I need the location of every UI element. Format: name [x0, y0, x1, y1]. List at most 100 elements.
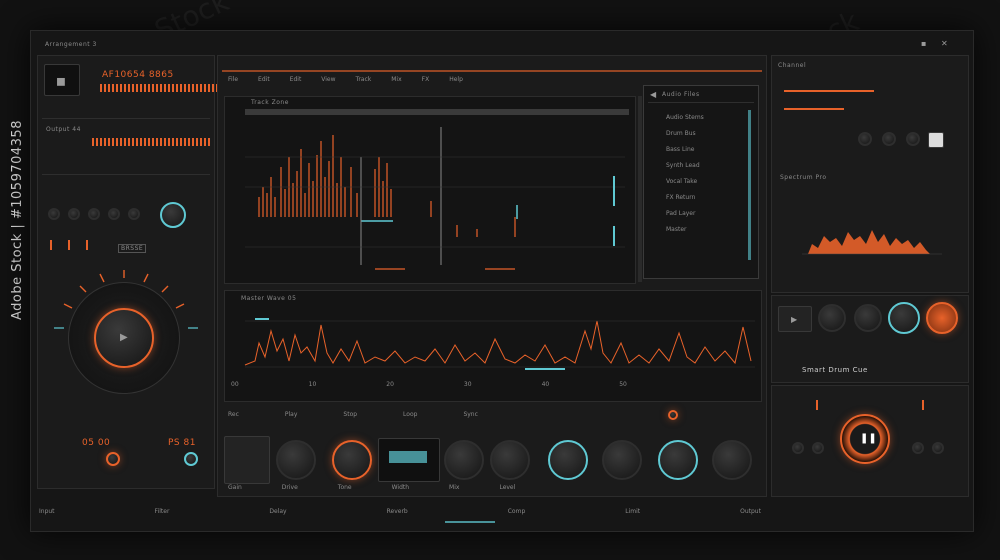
fx-knob[interactable] — [658, 440, 698, 480]
app-window: Arrangement 3 ▪ ✕ ◼ AF10654 8865 Output … — [30, 30, 974, 532]
tab-fx[interactable]: FX — [422, 76, 430, 83]
knob-label: Tone — [337, 484, 352, 491]
channel-label: Channel — [778, 62, 807, 69]
transport-bar: Rec Play Stop Loop Sync — [228, 406, 758, 422]
close-icon[interactable]: ✕ — [941, 39, 948, 48]
status-label[interactable]: Comp — [508, 508, 526, 515]
status-label[interactable]: Limit — [625, 508, 640, 515]
tab-edit[interactable]: Edit — [258, 76, 270, 83]
tab-view[interactable]: View — [321, 76, 335, 83]
time-marker: 40 — [541, 381, 550, 388]
cue-knob[interactable] — [926, 302, 958, 334]
list-item[interactable]: Pad Layer — [666, 210, 695, 217]
speaker-icon: ◀ — [650, 90, 657, 99]
track-editor[interactable]: Track Zone — [224, 96, 636, 284]
transport-panel: ▶ Smart Drum Cue — [771, 295, 969, 383]
small-knob[interactable] — [108, 208, 120, 220]
browser-scrollbar[interactable] — [748, 110, 751, 260]
small-knob[interactable] — [88, 208, 100, 220]
tab-help[interactable]: Help — [449, 76, 463, 83]
tab-file[interactable]: File — [228, 76, 238, 83]
section-label: Output 44 — [46, 126, 81, 133]
mode-badge[interactable]: BRSSE — [118, 244, 147, 253]
knob-label: Gain — [228, 484, 242, 491]
cue-button[interactable] — [106, 452, 120, 466]
tab-mix[interactable]: Mix — [391, 76, 401, 83]
device-icon: ◼ — [56, 74, 66, 88]
status-label[interactable]: Delay — [269, 508, 286, 515]
toolbar: File Edit Edit View Track Mix FX Help — [228, 76, 463, 83]
right-bottom-panel: ❚❚ — [771, 385, 969, 497]
mode-label: Smart Drum Cue — [802, 366, 868, 374]
small-knob[interactable] — [792, 442, 804, 454]
list-item[interactable]: FX Return — [666, 194, 695, 201]
small-knob[interactable] — [858, 132, 872, 146]
pause-icon: ❚❚ — [860, 433, 877, 444]
tune-knob[interactable] — [160, 202, 186, 228]
small-knob[interactable] — [932, 442, 944, 454]
play-button[interactable]: ▶ — [778, 306, 812, 332]
small-knob[interactable] — [128, 208, 140, 220]
output-meter — [92, 138, 210, 146]
list-item[interactable]: Master — [666, 226, 687, 233]
list-item[interactable]: Drum Bus — [666, 130, 696, 137]
list-item[interactable]: Synth Lead — [666, 162, 700, 169]
input-meter[interactable] — [224, 436, 270, 484]
time-marker: 30 — [463, 381, 472, 388]
minimize-icon[interactable]: ▪ — [921, 39, 926, 48]
record-knob[interactable] — [854, 304, 882, 332]
readout-left: 05 00 — [82, 438, 111, 448]
time-marker: 50 — [619, 381, 627, 388]
display-label: AF10654 8865 — [102, 70, 174, 80]
small-knob[interactable] — [68, 208, 80, 220]
loop-button[interactable]: Loop — [403, 411, 417, 418]
small-knob[interactable] — [912, 442, 924, 454]
knob-label: Level — [499, 484, 516, 491]
status-label[interactable]: Filter — [155, 508, 170, 515]
stop-knob[interactable] — [818, 304, 846, 332]
time-marker: 20 — [386, 381, 394, 388]
level-knob[interactable] — [602, 440, 642, 480]
tone-knob[interactable] — [444, 440, 484, 480]
rec-button[interactable]: Rec — [228, 411, 239, 418]
side-markers — [613, 176, 615, 246]
list-item[interactable]: Vocal Take — [666, 178, 697, 185]
time-marker: 10 — [308, 381, 317, 388]
eq-label: Spectrum Pro — [780, 174, 827, 181]
status-label[interactable]: Reverb — [387, 508, 408, 515]
side-watermark: Adobe Stock | #1059704358 — [10, 120, 25, 320]
status-label[interactable]: Output — [740, 508, 761, 515]
active-tab-indicator — [445, 521, 495, 523]
time-marker: 00 — [231, 381, 239, 388]
gain-knob[interactable] — [276, 440, 316, 480]
width-knob[interactable] — [490, 440, 530, 480]
small-knob[interactable] — [906, 132, 920, 146]
spectrum-display — [802, 230, 942, 255]
knob-label: Mix — [449, 484, 460, 491]
small-knob[interactable] — [882, 132, 896, 146]
master-knob[interactable] — [668, 410, 678, 420]
file-browser[interactable]: ◀ Audio Files Audio Stems Drum Bus Bass … — [643, 85, 759, 279]
small-knob[interactable] — [812, 442, 824, 454]
list-item[interactable]: Bass Line — [666, 146, 694, 153]
mix-knob[interactable] — [548, 440, 588, 480]
sync-button[interactable]: Sync — [463, 411, 477, 418]
out-knob[interactable] — [712, 440, 752, 480]
status-label[interactable]: Input — [39, 508, 55, 515]
bottom-status-bar: Input Filter Delay Reverb Comp Limit Out… — [39, 501, 965, 521]
drive-knob[interactable] — [332, 440, 372, 480]
small-knob[interactable] — [48, 208, 60, 220]
loop-knob[interactable] — [888, 302, 920, 334]
knob-label: Drive — [281, 484, 298, 491]
knob-label: Width — [391, 484, 410, 491]
play-icon: ▶ — [791, 315, 798, 324]
master-track[interactable]: Master Wave 05 00 10 20 30 40 50 — [224, 290, 762, 402]
tab-track[interactable]: Track — [356, 76, 372, 83]
play-button[interactable]: Play — [285, 411, 298, 418]
sync-button[interactable] — [184, 452, 198, 466]
stop-button[interactable]: Stop — [343, 411, 357, 418]
tab-edit-2[interactable]: Edit — [290, 76, 302, 83]
solo-button[interactable] — [928, 132, 944, 148]
list-item[interactable]: Audio Stems — [666, 114, 704, 121]
window-title: Arrangement 3 — [45, 41, 97, 48]
